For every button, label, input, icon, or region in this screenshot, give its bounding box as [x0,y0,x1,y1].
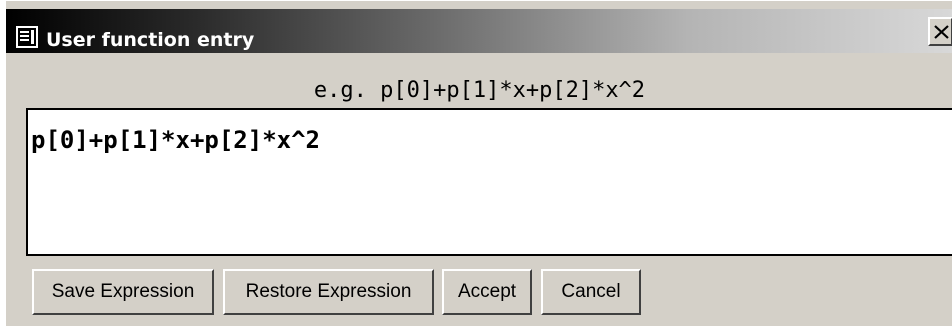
example-hint: e.g. p[0]+p[1]*x+p[2]*x^2 [313,78,646,103]
accept-button[interactable]: Accept [442,269,532,315]
expression-text-area[interactable]: p[0]+p[1]*x+p[2]*x^2 [26,108,952,256]
cancel-button[interactable]: Cancel [541,269,641,315]
close-button[interactable] [928,17,952,46]
close-icon [934,25,949,39]
title-bar[interactable]: User function entry [6,9,952,53]
user-function-dialog: User function entry e.g. p[0]+p[1]*x+p[2… [5,0,952,326]
save-expression-button[interactable]: Save Expression [32,269,214,315]
window-app-icon[interactable] [16,26,38,48]
restore-expression-button[interactable]: Restore Expression [223,269,434,315]
window-title: User function entry [46,29,255,51]
